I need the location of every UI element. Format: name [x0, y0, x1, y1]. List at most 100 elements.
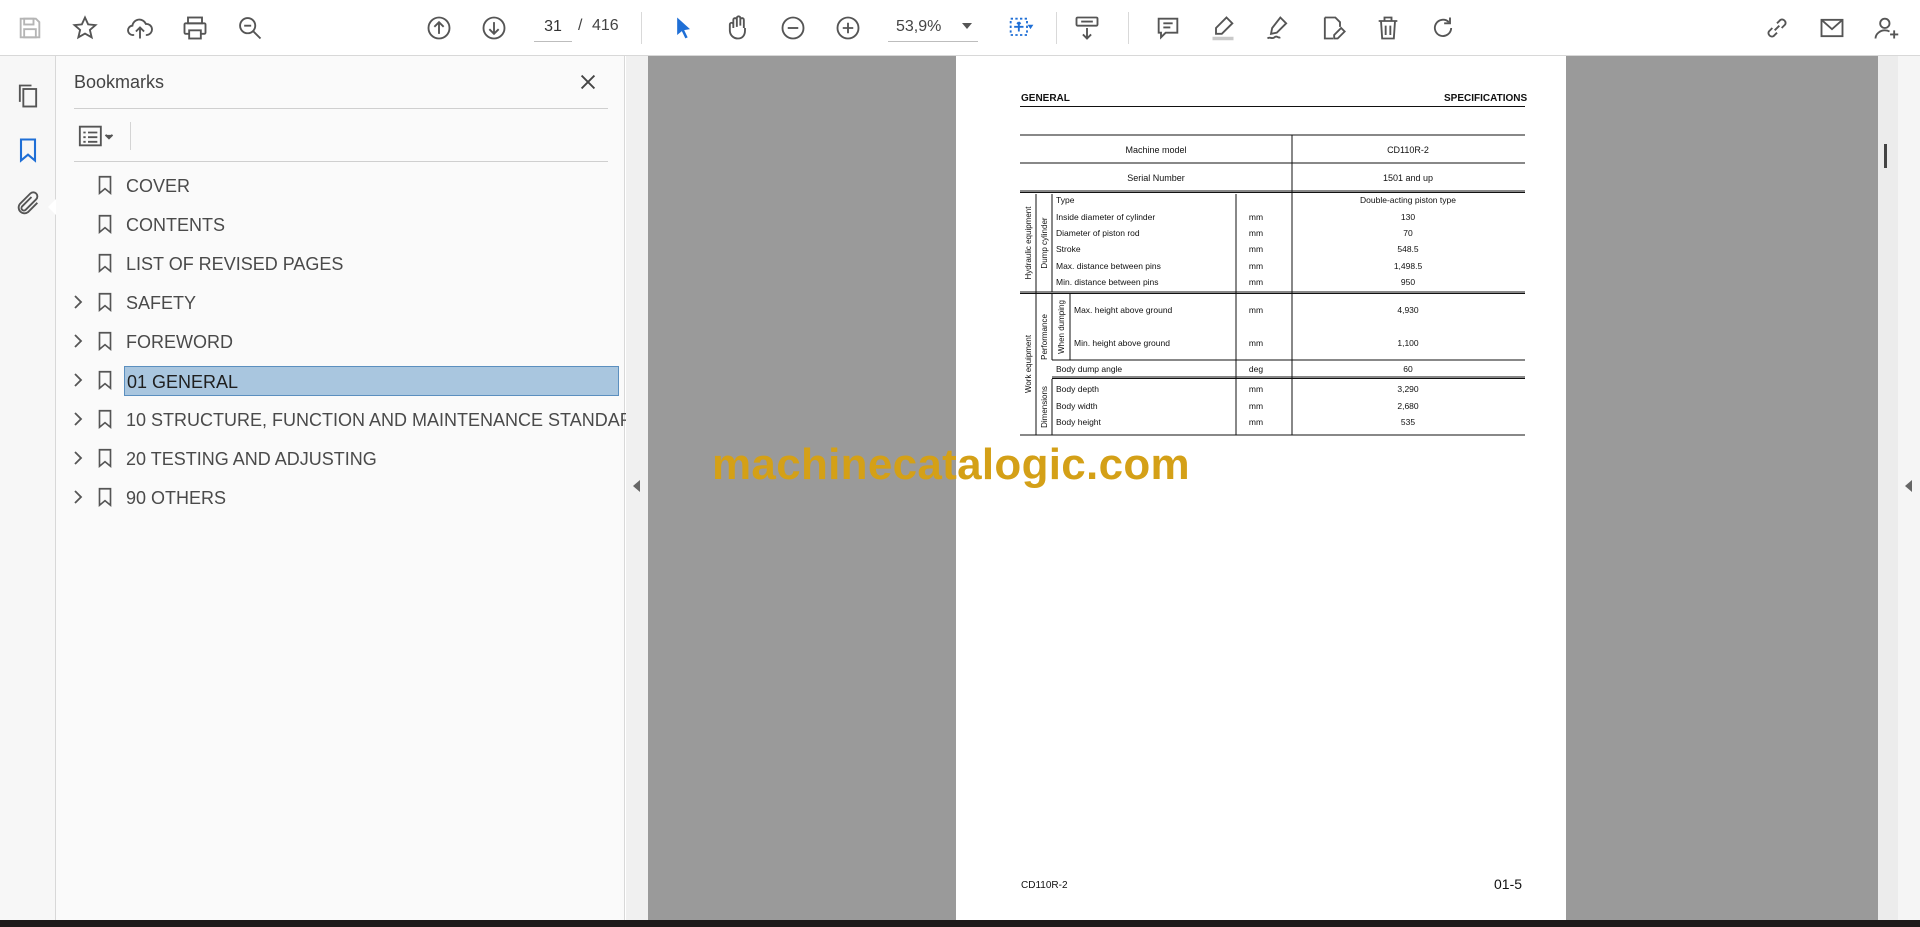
bookmark-item[interactable]: 90 OTHERS: [56, 479, 625, 515]
right-pane-toggle[interactable]: [1898, 56, 1920, 920]
page-separator: /: [578, 17, 583, 34]
spec-value: 60: [1403, 364, 1413, 374]
save-icon[interactable]: [10, 8, 50, 48]
panel-collapse-handle[interactable]: [626, 56, 648, 920]
zoom-in-icon[interactable]: [828, 8, 868, 48]
delete-icon[interactable]: [1368, 8, 1408, 48]
group-work-label: Work equipment: [1024, 334, 1033, 393]
chevron-right-icon[interactable]: [70, 450, 86, 466]
account-icon[interactable]: [1866, 8, 1906, 48]
close-icon[interactable]: [574, 68, 602, 96]
header-rule: [1020, 106, 1525, 107]
spec-name: Body height: [1056, 417, 1102, 427]
spec-name: Body dump angle: [1056, 364, 1122, 374]
bookmark-icon: [98, 487, 112, 508]
bookmark-item[interactable]: SAFETY: [56, 284, 625, 320]
bookmark-icon: [98, 253, 112, 274]
bookmark-label: 10 STRUCTURE, FUNCTION AND MAINTENANCE S…: [126, 410, 646, 430]
bookmark-icon: [98, 370, 112, 391]
scroll-mode-icon[interactable]: [1067, 8, 1107, 48]
bookmark-item[interactable]: CONTENTS: [56, 206, 625, 242]
zoom-dropdown[interactable]: 53,9%: [888, 12, 978, 42]
spec-name: Stroke: [1056, 244, 1081, 254]
main-toolbar: / 416 53,9%: [0, 0, 1920, 56]
bookmark-icon: [98, 448, 112, 469]
page-footer-left: CD110R-2: [1021, 880, 1068, 891]
email-icon[interactable]: [1812, 8, 1852, 48]
bookmark-label: COVER: [126, 176, 191, 196]
options-list-icon: [78, 125, 114, 147]
zoom-out-icon[interactable]: [773, 8, 813, 48]
sub-dump-cylinder-label: Dump cylinder: [1040, 217, 1049, 268]
star-icon[interactable]: [65, 8, 105, 48]
bookmark-icon: [98, 292, 112, 313]
bookmark-item[interactable]: 20 TESTING AND ADJUSTING: [56, 440, 625, 476]
sub-dimensions-label: Dimensions: [1040, 386, 1049, 428]
bookmark-item[interactable]: FOREWORD: [56, 323, 625, 359]
bookmark-label: LIST OF REVISED PAGES: [126, 254, 344, 274]
bookmark-item-selected[interactable]: 01 GENERAL: [56, 362, 625, 398]
chevron-right-icon[interactable]: [70, 333, 86, 349]
toolbar-divider: [1128, 12, 1129, 44]
vertical-scrollbar[interactable]: [1878, 56, 1898, 920]
chevron-right-icon[interactable]: [70, 294, 86, 310]
bookmarks-icon[interactable]: [8, 130, 48, 170]
marquee-zoom-icon[interactable]: [1000, 8, 1040, 48]
chevron-right-icon[interactable]: [70, 411, 86, 427]
edit-pdf-icon[interactable]: [1313, 8, 1353, 48]
machine-model-label: Machine model: [1125, 145, 1186, 155]
spec-value: 1,498.5: [1394, 261, 1423, 271]
spec-name: Max. distance between pins: [1056, 261, 1161, 271]
spec-unit: deg: [1249, 364, 1263, 374]
sign-icon[interactable]: [1258, 8, 1298, 48]
spec-name: Max. height above ground: [1074, 305, 1173, 315]
bookmark-options-button[interactable]: [74, 118, 122, 154]
bookmark-label: 01 GENERAL: [124, 366, 619, 396]
spec-unit: mm: [1249, 338, 1263, 348]
attachments-icon[interactable]: [8, 184, 48, 224]
chevron-right-icon[interactable]: [70, 489, 86, 505]
watermark: machinecatalogic.com: [712, 440, 1190, 489]
navigation-pane: [0, 56, 56, 920]
spec-value: Double-acting piston type: [1360, 195, 1456, 205]
machine-model-value: CD110R-2: [1387, 145, 1429, 155]
zoom-value: 53,9%: [896, 17, 942, 35]
bookmark-item[interactable]: LIST OF REVISED PAGES: [56, 245, 625, 281]
divider: [130, 122, 131, 150]
hand-icon[interactable]: [718, 8, 758, 48]
comment-icon[interactable]: [1148, 8, 1188, 48]
bookmark-label: CONTENTS: [126, 215, 225, 235]
page-header-left: GENERAL: [1021, 93, 1070, 104]
spec-name: Diameter of piston rod: [1056, 228, 1140, 238]
bookmark-item[interactable]: COVER: [56, 167, 625, 203]
cloud-upload-icon[interactable]: [120, 8, 160, 48]
spec-unit: mm: [1249, 212, 1263, 222]
serial-value: 1501 and up: [1383, 173, 1433, 183]
scrollbar-thumb[interactable]: [1884, 144, 1887, 168]
prev-page-icon[interactable]: [419, 8, 459, 48]
spec-name: Min. distance between pins: [1056, 277, 1159, 287]
page-thumbnails-icon[interactable]: [8, 76, 48, 116]
chevron-down-icon: [962, 23, 972, 29]
spec-unit: mm: [1249, 277, 1263, 287]
highlight-icon[interactable]: [1203, 8, 1243, 48]
collapse-left-icon: [633, 480, 640, 492]
sub-performance-label: Performance: [1040, 314, 1049, 360]
select-cursor-icon[interactable]: [663, 8, 703, 48]
bookmark-item[interactable]: 10 STRUCTURE, FUNCTION AND MAINTENANCE S…: [56, 401, 646, 437]
print-icon[interactable]: [175, 8, 215, 48]
toolbar-divider: [641, 12, 642, 44]
page-number-input[interactable]: [534, 12, 572, 42]
spec-value: 70: [1403, 228, 1413, 238]
share-link-icon[interactable]: [1757, 8, 1797, 48]
bookmark-label: SAFETY: [126, 293, 197, 313]
bookmark-label: FOREWORD: [126, 332, 233, 352]
bookmark-icon: [98, 331, 112, 352]
chevron-right-icon[interactable]: [70, 372, 86, 388]
rotate-icon[interactable]: [1423, 8, 1463, 48]
total-pages: 416: [592, 17, 619, 34]
next-page-icon[interactable]: [474, 8, 514, 48]
zoom-search-icon[interactable]: [230, 8, 270, 48]
spec-name: Body width: [1056, 401, 1098, 411]
spec-value: 130: [1401, 212, 1415, 222]
